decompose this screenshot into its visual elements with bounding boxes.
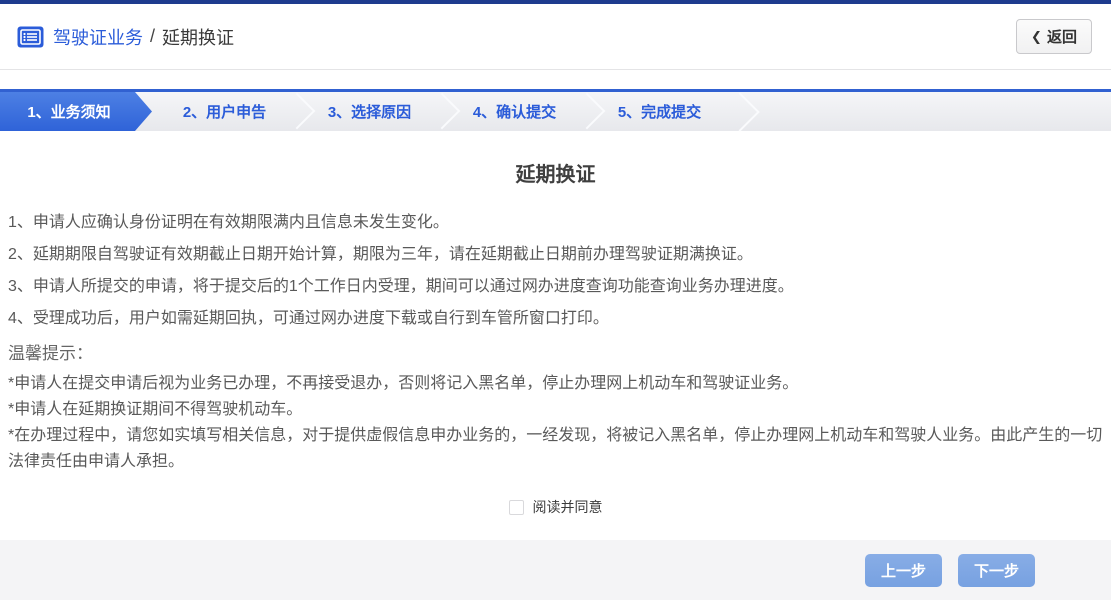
agree-checkbox[interactable] xyxy=(509,500,524,515)
step-tab-label: 1、业务须知 xyxy=(27,101,110,122)
chevron-left-icon: ❮ xyxy=(1031,29,1042,45)
tips-heading: 温馨提示： xyxy=(8,337,1103,371)
wizard-step-bar: 1、业务须知 2、用户申告 3、选择原因 4、确认提交 5、完成提交 xyxy=(0,89,1111,131)
step-tab-label: 5、完成提交 xyxy=(618,101,701,122)
footer-action-bar: 上一步 下一步 xyxy=(0,540,1111,600)
back-button-label: 返回 xyxy=(1047,26,1077,47)
notice-list: 1、申请人应确认身份证明在有效期限满内且信息未发生变化。 2、延期期限自驾驶证有… xyxy=(8,207,1103,335)
tips-list: *申请人在提交申请后视为业务已办理，不再接受退办，否则将记入黑名单，停止办理网上… xyxy=(8,371,1103,475)
notice-item: 1、申请人应确认身份证明在有效期限满内且信息未发生变化。 xyxy=(8,207,1103,239)
previous-step-button[interactable]: 上一步 xyxy=(865,554,942,587)
back-button[interactable]: ❮ 返回 xyxy=(1016,19,1092,54)
breadcrumb-current: 延期换证 xyxy=(162,24,234,50)
tip-item: *申请人在延期换证期间不得驾驶机动车。 xyxy=(8,397,1103,423)
step-tab-declaration[interactable]: 2、用户申告 xyxy=(152,92,297,131)
step-tab-finish[interactable]: 5、完成提交 xyxy=(587,92,732,131)
page-title: 延期换证 xyxy=(8,158,1103,187)
page-header: 驾驶证业务 / 延期换证 ❮ 返回 xyxy=(0,4,1111,70)
agree-checkbox-label[interactable]: 阅读并同意 xyxy=(533,497,603,517)
list-icon xyxy=(17,26,44,48)
notice-content: 延期换证 1、申请人应确认身份证明在有效期限满内且信息未发生变化。 2、延期期限… xyxy=(0,158,1111,517)
agreement-row: 阅读并同意 xyxy=(8,497,1103,517)
chevron-separator-icon xyxy=(732,92,752,131)
breadcrumb-root[interactable]: 驾驶证业务 xyxy=(53,24,143,50)
step-tab-confirm[interactable]: 4、确认提交 xyxy=(442,92,587,131)
step-tab-notice[interactable]: 1、业务须知 xyxy=(0,92,152,131)
step-tab-label: 4、确认提交 xyxy=(473,101,556,122)
notice-item: 2、延期期限自驾驶证有效期截止日期开始计算，期限为三年，请在延期截止日期前办理驾… xyxy=(8,239,1103,271)
breadcrumb-separator: / xyxy=(150,26,155,47)
notice-item: 3、申请人所提交的申请，将于提交后的1个工作日内受理，期间可以通过网办进度查询功… xyxy=(8,271,1103,303)
next-step-button[interactable]: 下一步 xyxy=(958,554,1035,587)
step-tab-label: 2、用户申告 xyxy=(183,101,266,122)
tip-item: *申请人在提交申请后视为业务已办理，不再接受退办，否则将记入黑名单，停止办理网上… xyxy=(8,371,1103,397)
tip-item: *在办理过程中，请您如实填写相关信息，对于提供虚假信息申办业务的，一经发现，将被… xyxy=(8,423,1103,475)
notice-item: 4、受理成功后，用户如需延期回执，可通过网办进度下载或自行到车管所窗口打印。 xyxy=(8,303,1103,335)
step-tab-label: 3、选择原因 xyxy=(328,101,411,122)
step-tab-reason[interactable]: 3、选择原因 xyxy=(297,92,442,131)
